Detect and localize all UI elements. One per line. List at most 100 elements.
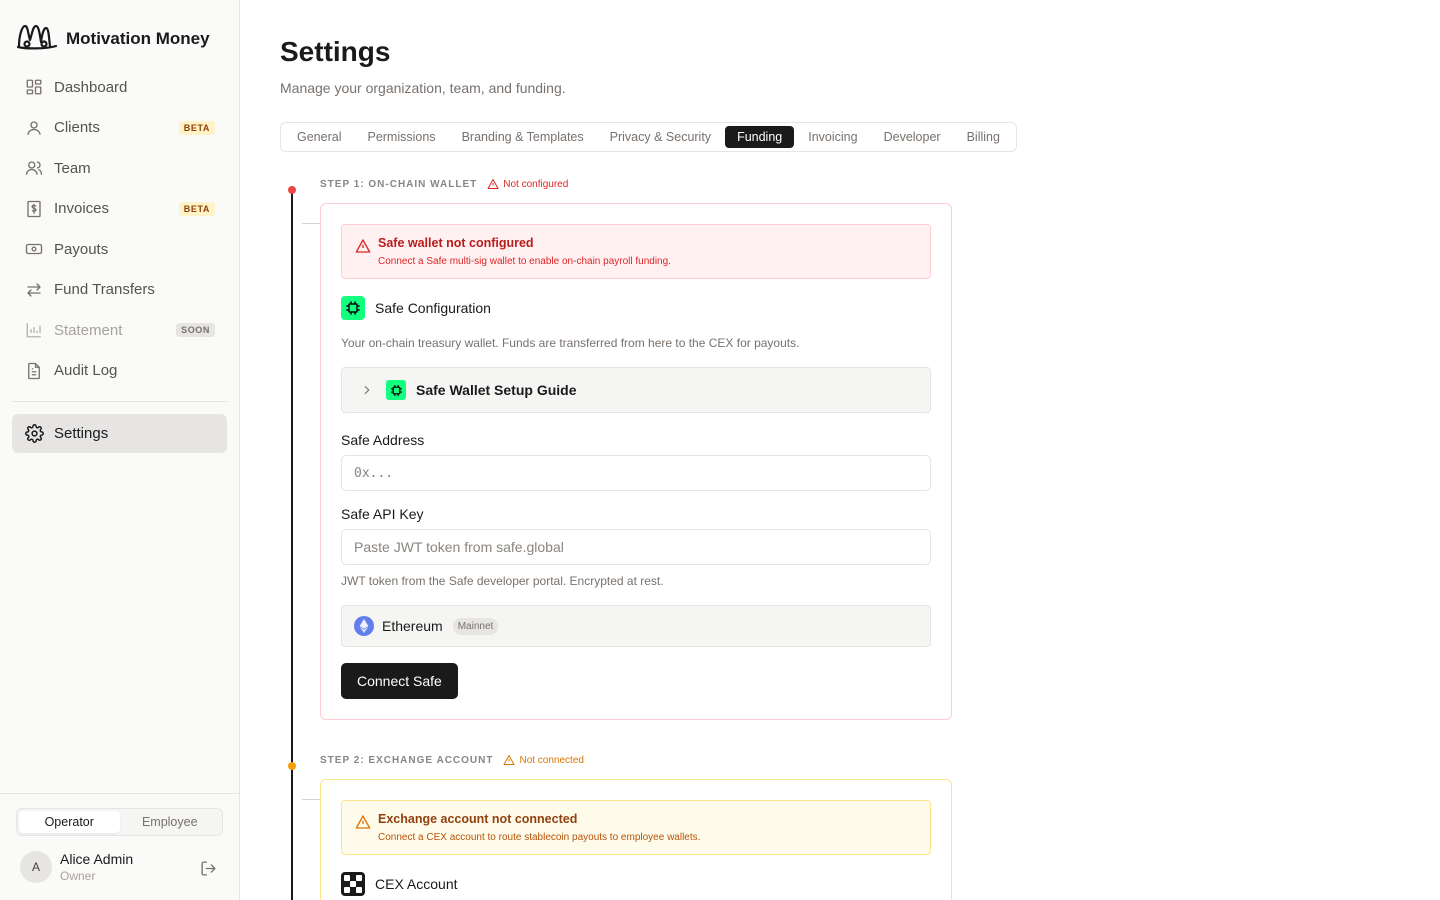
nav-divider (12, 401, 227, 402)
sidebar-item-label: Invoices (54, 200, 110, 218)
ethereum-icon (354, 616, 374, 636)
sidebar-item-label: Clients (54, 119, 100, 137)
step2-label: STEP 2: EXCHANGE ACCOUNT Not connected (320, 754, 584, 766)
beta-badge: BETA (178, 201, 215, 216)
tab-branding-templates[interactable]: Branding & Templates (450, 126, 596, 148)
safe-address-label: Safe Address (341, 432, 425, 448)
logo-icon (16, 22, 58, 55)
users-icon (24, 158, 44, 178)
sidebar-nav: Dashboard Clients BETA Team Invoices BET… (12, 67, 227, 453)
gear-icon (24, 424, 44, 444)
step1-dot (288, 186, 296, 194)
sidebar-item-label: Audit Log (54, 362, 118, 380)
tab-general[interactable]: General (285, 126, 353, 148)
brand[interactable]: Motivation Money (16, 22, 210, 55)
user-role: Owner (60, 869, 96, 883)
alert-description: Connect a CEX account to route stablecoi… (378, 832, 701, 843)
sidebar-item-payouts[interactable]: Payouts (12, 229, 227, 270)
logout-icon[interactable] (200, 860, 217, 882)
warning-icon (355, 238, 371, 259)
step2-status: Not connected (503, 754, 584, 766)
safe-api-key-input[interactable] (341, 529, 931, 565)
timeline-connector (302, 799, 320, 800)
dashboard-icon (24, 77, 44, 97)
safe-api-key-label: Safe API Key (341, 506, 424, 522)
avatar: A (20, 851, 52, 883)
cex-account-header: CEX Account (341, 872, 458, 896)
safe-logo-icon (386, 380, 406, 400)
page-subtitle: Manage your organization, team, and fund… (280, 80, 566, 96)
beta-badge: BETA (178, 120, 215, 135)
tab-privacy-security[interactable]: Privacy & Security (598, 126, 723, 148)
alert-title: Safe wallet not configured (378, 236, 534, 250)
section-title: Safe Configuration (375, 300, 491, 316)
network-badge: Mainnet (452, 617, 499, 635)
user-name: Alice Admin (60, 851, 134, 867)
safe-wallet-card: Safe wallet not configured Connect a Saf… (320, 203, 952, 720)
step2-status-text: Not connected (519, 754, 584, 766)
arrows-icon (24, 280, 44, 300)
step1-label: STEP 1: ON-CHAIN WALLET Not configured (320, 178, 568, 190)
timeline-line (291, 190, 293, 900)
sidebar: Motivation Money Dashboard Clients BETA … (0, 0, 240, 900)
sidebar-item-settings[interactable]: Settings (12, 414, 227, 453)
tab-funding[interactable]: Funding (725, 126, 795, 148)
safe-description: Your on-chain treasury wallet. Funds are… (341, 336, 800, 350)
tab-billing[interactable]: Billing (955, 126, 1012, 148)
sidebar-item-label: Payouts (54, 240, 109, 258)
safe-not-configured-alert: Safe wallet not configured Connect a Saf… (341, 224, 931, 279)
exchange-account-card: Exchange account not connected Connect a… (320, 779, 952, 900)
connect-safe-button[interactable]: Connect Safe (341, 663, 458, 699)
user-info: Alice Admin Owner (60, 851, 133, 883)
api-key-hint: JWT token from the Safe developer portal… (341, 574, 664, 588)
sidebar-item-clients[interactable]: Clients BETA (12, 108, 227, 149)
step2-dot (288, 762, 296, 770)
sidebar-item-dashboard[interactable]: Dashboard (12, 67, 227, 108)
alert-description: Connect a Safe multi-sig wallet to enabl… (378, 256, 671, 267)
role-toggle: Operator Employee (16, 808, 223, 836)
chart-icon (24, 320, 44, 340)
safe-logo-icon (341, 296, 365, 320)
sidebar-item-label: Statement (54, 321, 123, 339)
user-icon (24, 118, 44, 138)
network-name: Ethereum (382, 618, 443, 634)
sidebar-item-statement: Statement SOON (12, 310, 227, 351)
section-title: CEX Account (375, 876, 458, 892)
safe-setup-guide-accordion[interactable]: Safe Wallet Setup Guide (341, 367, 931, 413)
sidebar-item-label: Team (54, 159, 91, 177)
exchange-not-connected-alert: Exchange account not connected Connect a… (341, 800, 931, 855)
tab-developer[interactable]: Developer (872, 126, 953, 148)
tab-invoicing[interactable]: Invoicing (796, 126, 869, 148)
warning-icon (487, 179, 499, 189)
guide-label: Safe Wallet Setup Guide (416, 382, 577, 398)
tab-permissions[interactable]: Permissions (355, 126, 447, 148)
chevron-right-icon (360, 383, 374, 397)
safe-configuration-header: Safe Configuration (341, 296, 491, 320)
sidebar-footer: Operator Employee A Alice Admin Owner (0, 793, 239, 900)
banknote-icon (24, 239, 44, 259)
warning-icon (503, 755, 515, 765)
sidebar-item-label: Fund Transfers (54, 281, 155, 299)
sidebar-item-label: Settings (54, 425, 109, 442)
step2-title: STEP 2: EXCHANGE ACCOUNT (320, 754, 494, 766)
step1-title: STEP 1: ON-CHAIN WALLET (320, 178, 478, 190)
role-operator-button[interactable]: Operator (19, 811, 120, 833)
invoice-icon (24, 199, 44, 219)
step1-status: Not configured (487, 178, 568, 190)
step1-status-text: Not configured (503, 178, 569, 190)
sidebar-item-invoices[interactable]: Invoices BETA (12, 189, 227, 230)
timeline-connector (302, 223, 320, 224)
sidebar-item-team[interactable]: Team (12, 148, 227, 189)
cex-logo-icon (341, 872, 365, 896)
settings-tabs: General Permissions Branding & Templates… (280, 122, 1017, 152)
user-profile[interactable]: A Alice Admin Owner (20, 851, 133, 883)
alert-title: Exchange account not connected (378, 812, 578, 826)
warning-icon (355, 814, 371, 835)
role-employee-button[interactable]: Employee (120, 811, 221, 833)
safe-address-input[interactable] (341, 455, 931, 491)
network-selector: Ethereum Mainnet (341, 605, 931, 647)
file-icon (24, 361, 44, 381)
sidebar-item-fund-transfers[interactable]: Fund Transfers (12, 270, 227, 311)
sidebar-item-audit-log[interactable]: Audit Log (12, 351, 227, 392)
app-name: Motivation Money (66, 28, 210, 48)
